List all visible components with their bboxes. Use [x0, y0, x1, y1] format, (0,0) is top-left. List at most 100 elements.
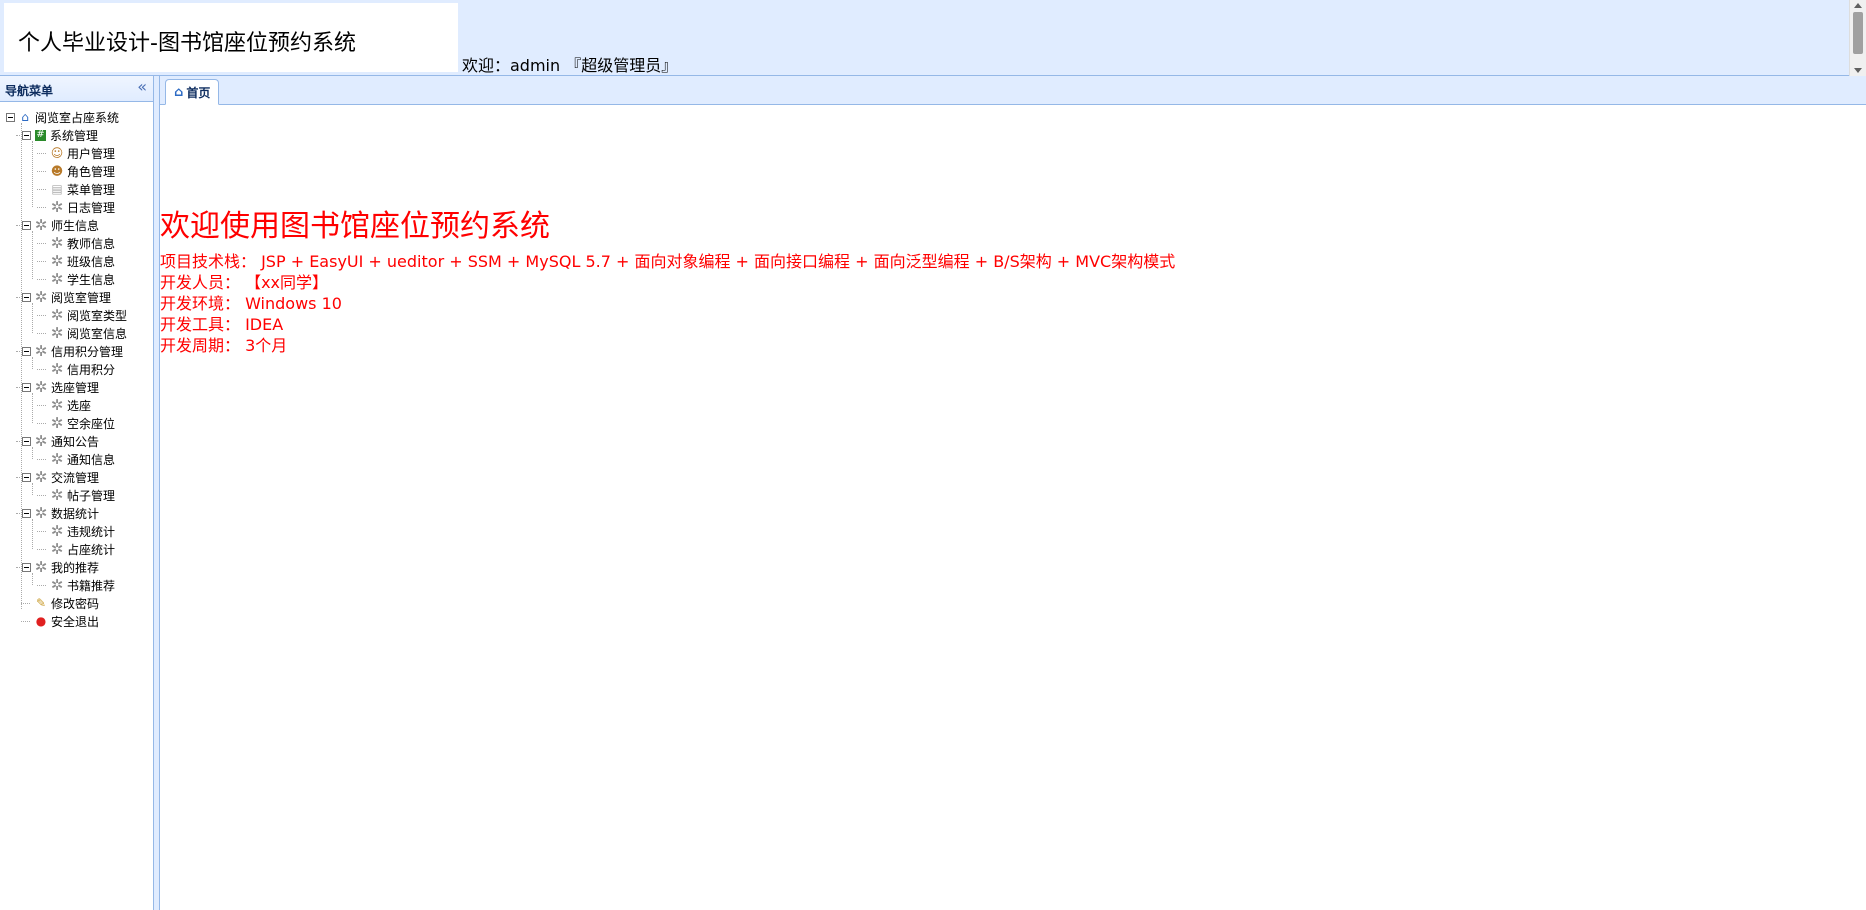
- gear-icon: ✲: [50, 324, 64, 342]
- tree-item[interactable]: ✲ 通知信息: [49, 450, 115, 468]
- tree-node-label: 角色管理: [67, 164, 116, 179]
- role-icon: ☻: [50, 164, 64, 178]
- tree-group[interactable]: # 系统管理: [22, 126, 98, 144]
- tree-connector: [16, 225, 20, 226]
- tree-node-label: 菜单管理: [67, 182, 116, 197]
- tree-node-label: 安全退出: [51, 614, 100, 629]
- menu-icon: ▤: [51, 182, 63, 196]
- welcome-text: 欢迎：admin 『超级管理员』: [462, 56, 678, 75]
- collapse-toggle-icon[interactable]: [22, 292, 31, 302]
- tree-node-label: 日志管理: [67, 200, 116, 215]
- tree-connector: [16, 567, 20, 568]
- tree-leaf[interactable]: ● 安全退出: [33, 612, 99, 630]
- tree-connector: [32, 447, 33, 459]
- tree-item[interactable]: ✲ 信用积分: [49, 360, 115, 378]
- tree-item[interactable]: ☻ 角色管理: [49, 162, 115, 180]
- tab-home[interactable]: ⌂ 首页: [165, 79, 220, 105]
- tree-group[interactable]: ✲ 我的推荐: [22, 558, 99, 576]
- tree-item[interactable]: ▤ 菜单管理: [49, 180, 115, 198]
- collapse-toggle-icon[interactable]: [22, 382, 31, 392]
- tree-node-label: 阅览室类型: [67, 308, 128, 323]
- gear-icon: ✲: [34, 288, 48, 306]
- system-icon: #: [35, 129, 46, 141]
- tree-group[interactable]: ✲ 选座管理: [22, 378, 99, 396]
- collapse-toggle-icon[interactable]: [22, 220, 31, 230]
- sidebar: 导航菜单 « ⌂ 阅览室占座系统 # 系统管理 ☺ 用户管理 ☻ 角色管理 ▤ 菜单管理 ✲ 日志管理…: [0, 76, 154, 910]
- tree-connector: [16, 387, 20, 388]
- tree-node-label: 选座管理: [51, 380, 100, 395]
- tree-item[interactable]: ✲ 帖子管理: [49, 486, 115, 504]
- gear-icon: ✲: [34, 432, 48, 450]
- tree-connector: [37, 315, 46, 316]
- gear-icon: ✲: [50, 396, 64, 414]
- tree-root[interactable]: ⌂ 阅览室占座系统: [6, 108, 119, 126]
- gear-icon: ✲: [34, 342, 48, 360]
- tree-connector: [16, 477, 20, 478]
- home-icon: ⌂: [21, 110, 29, 124]
- gear-icon: ✲: [34, 468, 48, 486]
- sidebar-title: 导航菜单: [5, 84, 54, 98]
- home-icon: ⌂: [174, 84, 184, 100]
- welcome-heading: 欢迎使用图书馆座位预约系统: [160, 209, 550, 244]
- tree-connector: [37, 423, 46, 424]
- tree-item[interactable]: ✲ 教师信息: [49, 234, 115, 252]
- tree-node-label: 通知公告: [51, 434, 100, 449]
- collapse-toggle-icon[interactable]: [22, 130, 31, 140]
- tree-group[interactable]: ✲ 交流管理: [22, 468, 99, 486]
- tree-item[interactable]: ✲ 阅览室类型: [49, 306, 127, 324]
- collapse-toggle-icon[interactable]: [6, 112, 15, 122]
- tree-item[interactable]: ✲ 占座统计: [49, 540, 115, 558]
- tree-item[interactable]: ✲ 日志管理: [49, 198, 115, 216]
- tree-connector: [37, 279, 46, 280]
- tree-group[interactable]: ✲ 通知公告: [22, 432, 99, 450]
- tree-group[interactable]: ✲ 信用积分管理: [22, 342, 123, 360]
- tree-leaf[interactable]: ✎ 修改密码: [33, 594, 99, 612]
- collapse-toggle-icon[interactable]: [22, 346, 31, 356]
- collapse-toggle-icon[interactable]: [22, 472, 31, 482]
- exit-icon: ●: [35, 614, 47, 628]
- tree-connector: [37, 585, 46, 586]
- header-scrollbar[interactable]: [1849, 0, 1866, 76]
- tree-group[interactable]: ✲ 师生信息: [22, 216, 99, 234]
- tree-item[interactable]: ✲ 违规统计: [49, 522, 115, 540]
- tree-node-label: 通知信息: [67, 452, 116, 467]
- tree-connector: [37, 531, 46, 532]
- tree-item[interactable]: ✲ 书籍推荐: [49, 576, 115, 594]
- scroll-down-icon[interactable]: [1854, 68, 1862, 73]
- gear-icon: ✲: [50, 414, 64, 432]
- tree-node-label: 违规统计: [67, 524, 116, 539]
- tree-connector: [37, 405, 46, 406]
- collapse-toggle-icon[interactable]: [22, 436, 31, 446]
- tree-node-label: 用户管理: [67, 146, 116, 161]
- tree-connector: [16, 513, 20, 514]
- tree-connector: [21, 621, 30, 622]
- tree-connector: [32, 483, 33, 495]
- tree-group[interactable]: ✲ 数据统计: [22, 504, 99, 522]
- tree-group[interactable]: ✲ 阅览室管理: [22, 288, 111, 306]
- tree-item[interactable]: ✲ 阅览室信息: [49, 324, 127, 342]
- tree-item[interactable]: ✲ 班级信息: [49, 252, 115, 270]
- scroll-up-icon[interactable]: [1854, 3, 1862, 8]
- tree-connector: [37, 189, 46, 190]
- app-title: 个人毕业设计-图书馆座位预约系统: [18, 31, 356, 56]
- tree-connector: [32, 573, 33, 585]
- gear-icon: ✲: [50, 234, 64, 252]
- tree-node-label: 信用积分管理: [51, 344, 124, 359]
- tree-connector: [16, 135, 20, 136]
- home-content: 欢迎使用图书馆座位预约系统 项目技术栈： JSP + EasyUI + uedi…: [160, 105, 1866, 910]
- double-chevron-left-icon[interactable]: «: [137, 79, 147, 95]
- password-icon: ✎: [35, 596, 47, 610]
- collapse-toggle-icon[interactable]: [22, 562, 31, 572]
- tree-item[interactable]: ✲ 选座: [49, 396, 91, 414]
- tree-connector: [16, 297, 20, 298]
- tree-connector: [21, 603, 30, 604]
- gear-icon: ✲: [50, 576, 64, 594]
- tree-connector: [37, 153, 46, 154]
- scroll-thumb[interactable]: [1853, 12, 1863, 54]
- tab-bar: ⌂ 首页: [160, 76, 1866, 105]
- collapse-toggle-icon[interactable]: [22, 508, 31, 518]
- tree-item[interactable]: ☺ 用户管理: [49, 144, 115, 162]
- tree-item[interactable]: ✲ 空余座位: [49, 414, 115, 432]
- tree-item[interactable]: ✲ 学生信息: [49, 270, 115, 288]
- title-box: 个人毕业设计-图书馆座位预约系统: [4, 3, 458, 72]
